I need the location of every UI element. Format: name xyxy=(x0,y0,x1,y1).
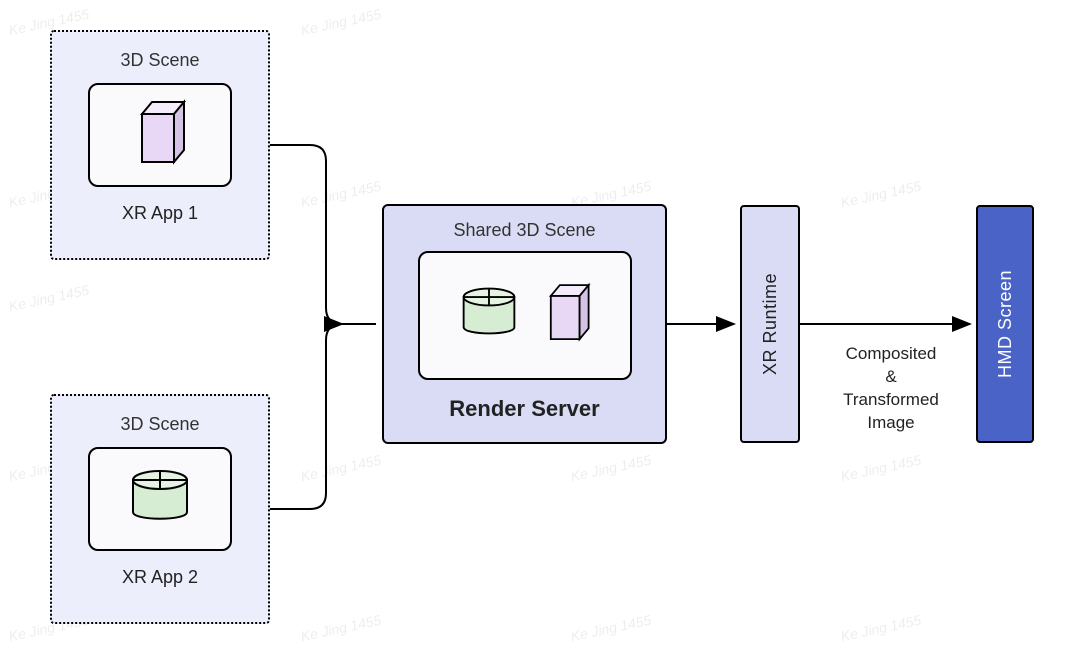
xr-app-1-name: XR App 1 xyxy=(52,203,268,224)
render-server-box: Shared 3D Scene Render Server xyxy=(382,204,667,444)
xr-app-2-scene-title: 3D Scene xyxy=(52,414,268,435)
xr-app-2-box: 3D Scene XR App 2 xyxy=(50,394,270,624)
server-name: Render Server xyxy=(384,396,665,422)
cylinder-icon xyxy=(456,282,522,349)
xr-app-1-box: 3D Scene XR App 1 xyxy=(50,30,270,260)
watermark: Ke Jing 1455 xyxy=(569,452,652,485)
xr-runtime-label: XR Runtime xyxy=(760,273,781,375)
watermark: Ke Jing 1455 xyxy=(299,612,382,645)
xr-app-2-icon-frame xyxy=(88,447,232,551)
cylinder-icon xyxy=(125,464,195,535)
xr-app-2-name: XR App 2 xyxy=(52,567,268,588)
cube-icon xyxy=(540,281,594,350)
cube-icon xyxy=(130,98,190,173)
arrow-caption: Composited&TransformedImage xyxy=(836,343,946,435)
watermark: Ke Jing 1455 xyxy=(839,612,922,645)
hmd-screen-label: HMD Screen xyxy=(995,270,1016,378)
xr-app-1-icon-frame xyxy=(88,83,232,187)
watermark: Ke Jing 1455 xyxy=(299,452,382,485)
hmd-screen-box: HMD Screen xyxy=(976,205,1034,443)
edge-apps-to-server xyxy=(270,145,376,509)
watermark: Ke Jing 1455 xyxy=(299,6,382,39)
watermark: Ke Jing 1455 xyxy=(839,178,922,211)
watermark: Ke Jing 1455 xyxy=(7,282,90,315)
server-scene-title: Shared 3D Scene xyxy=(384,220,665,241)
watermark: Ke Jing 1455 xyxy=(569,612,652,645)
xr-runtime-box: XR Runtime xyxy=(740,205,800,443)
watermark: Ke Jing 1455 xyxy=(299,178,382,211)
watermark: Ke Jing 1455 xyxy=(839,452,922,485)
xr-app-1-scene-title: 3D Scene xyxy=(52,50,268,71)
server-icon-frame xyxy=(418,251,632,380)
